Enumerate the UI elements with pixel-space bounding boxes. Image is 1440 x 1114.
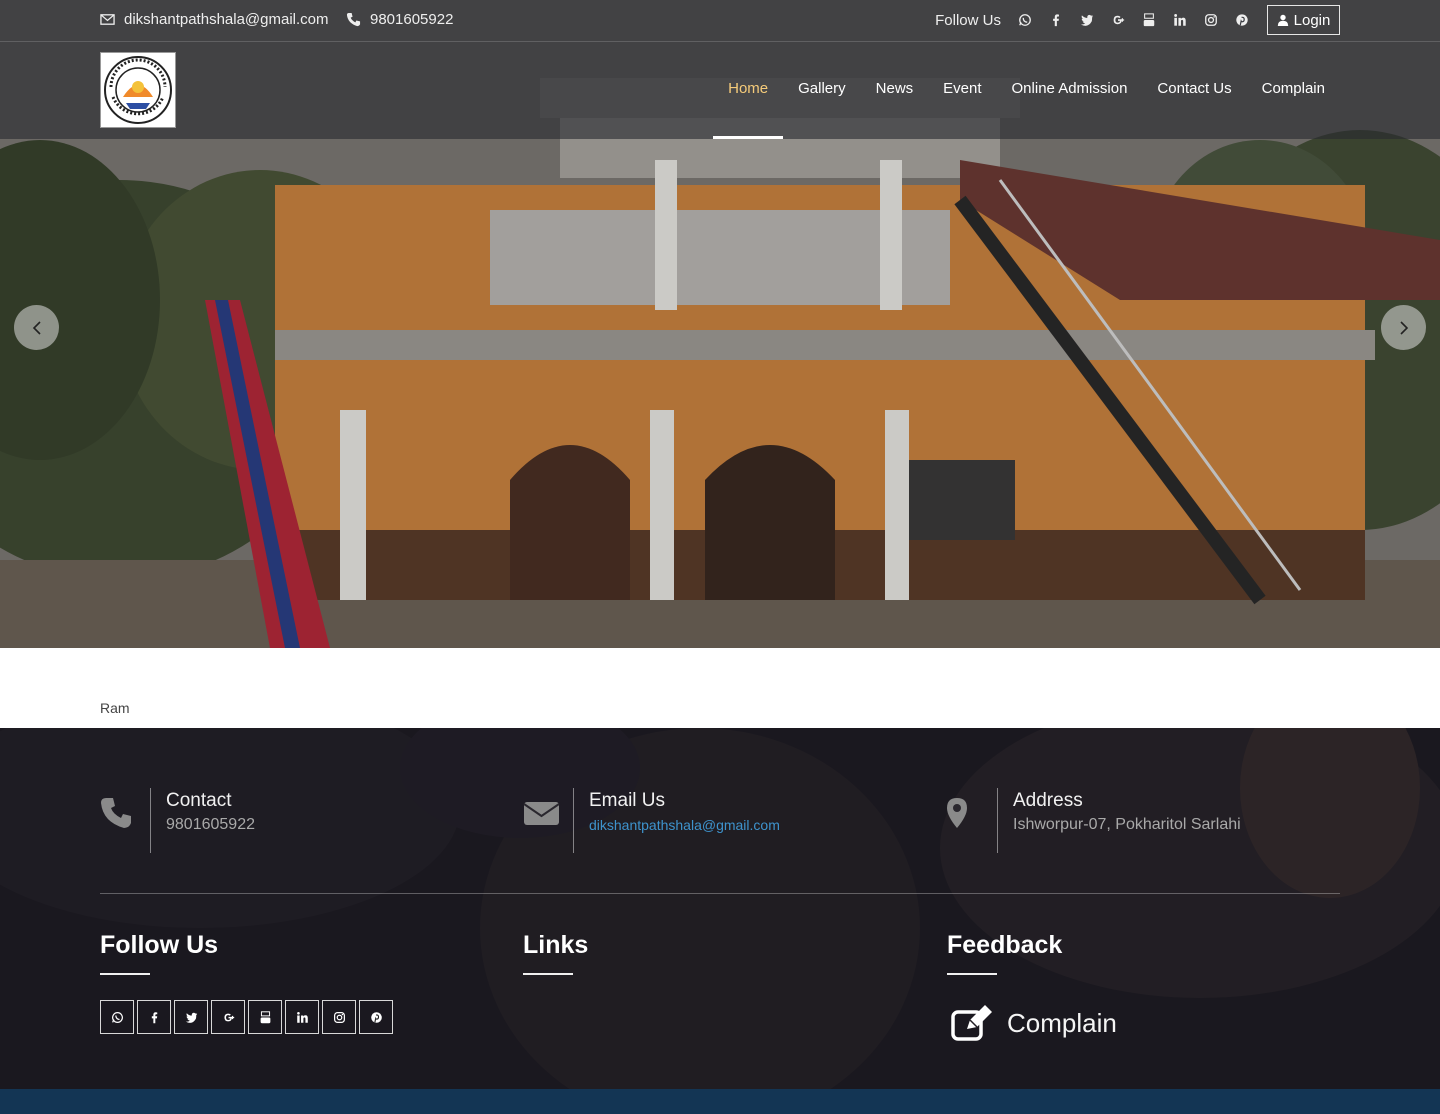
address-value: Ishworpur-07, Pokharitol Sarlahi (1013, 816, 1241, 833)
nav-item-label: Online Admission (1011, 80, 1128, 97)
whatsapp-icon[interactable] (100, 1000, 134, 1034)
follow-us-heading: Follow Us (100, 931, 219, 959)
heading-underline (947, 973, 997, 975)
phone-icon (346, 12, 361, 27)
email-title: Email Us (589, 790, 666, 811)
nav-item-news[interactable]: News (861, 42, 929, 139)
content-text: Ram (100, 700, 130, 716)
edit-icon (951, 1005, 992, 1041)
whatsapp-icon[interactable] (1009, 5, 1040, 35)
google-plus-icon[interactable] (211, 1000, 245, 1034)
complain-link[interactable]: Complain (950, 1004, 1117, 1042)
envelope-icon (100, 14, 115, 25)
nav-item-label: Contact Us (1157, 80, 1232, 97)
footer-separator (100, 893, 1340, 894)
slider-next-button[interactable] (1381, 305, 1426, 350)
linkedin-icon[interactable] (285, 1000, 319, 1034)
divider (997, 788, 998, 853)
chevron-left-icon (32, 320, 41, 335)
copyright-bar (0, 1089, 1440, 1114)
topbar-phone-text: 9801605922 (370, 11, 454, 28)
school-logo-emblem (104, 56, 172, 124)
user-icon (1277, 14, 1288, 26)
divider (150, 788, 151, 853)
footer-email: Email Us dikshantpathshala@gmail.com (523, 788, 923, 853)
nav-item-online-admission[interactable]: Online Admission (997, 42, 1143, 139)
nav-item-label: Home (728, 80, 769, 97)
nav-item-label: News (875, 80, 914, 97)
facebook-icon[interactable] (137, 1000, 171, 1034)
youtube-icon[interactable] (1133, 5, 1164, 35)
hero-slider: dikshantpathshala@gmail.com 9801605922 F… (0, 0, 1440, 648)
main-navbar: Home Gallery News Event Online Admission… (0, 42, 1440, 139)
school-logo[interactable] (100, 52, 176, 128)
linkedin-icon[interactable] (1164, 5, 1195, 35)
map-marker-icon (947, 798, 967, 828)
instagram-icon[interactable] (322, 1000, 356, 1034)
topbar-follow-us: Follow Us Login (935, 5, 1340, 35)
email-link[interactable]: dikshantpathshala@gmail.com (589, 817, 780, 833)
complain-label: Complain (1007, 1007, 1117, 1038)
links-heading: Links (523, 931, 589, 959)
nav-item-complain[interactable]: Complain (1247, 42, 1340, 139)
google-plus-icon[interactable] (1102, 5, 1133, 35)
nav-item-label: Event (943, 80, 982, 97)
pinterest-icon[interactable] (1226, 5, 1257, 35)
pinterest-icon[interactable] (359, 1000, 393, 1034)
envelope-icon (523, 802, 560, 825)
slider-prev-button[interactable] (14, 305, 59, 350)
nav-item-label: Complain (1261, 80, 1325, 97)
twitter-icon[interactable] (174, 1000, 208, 1034)
footer: Contact 9801605922 Email Us dikshantpath… (0, 728, 1440, 1089)
heading-underline (100, 973, 150, 975)
contact-value: 9801605922 (166, 816, 255, 833)
facebook-icon[interactable] (1040, 5, 1071, 35)
footer-address: Address Ishworpur-07, Pokharitol Sarlahi (947, 788, 1347, 853)
nav-item-home[interactable]: Home (713, 42, 784, 139)
nav-item-gallery[interactable]: Gallery (783, 42, 861, 139)
youtube-icon[interactable] (248, 1000, 282, 1034)
phone-icon (101, 798, 131, 828)
content-strip: Ram (0, 648, 1440, 728)
divider (573, 788, 574, 853)
instagram-icon[interactable] (1195, 5, 1226, 35)
address-title: Address (1013, 790, 1083, 811)
nav-item-event[interactable]: Event (928, 42, 996, 139)
nav-item-contact-us[interactable]: Contact Us (1142, 42, 1246, 139)
twitter-icon[interactable] (1071, 5, 1102, 35)
follow-us-label: Follow Us (935, 11, 1001, 29)
contact-title: Contact (166, 790, 232, 811)
nav-item-label: Gallery (798, 80, 846, 97)
feedback-heading: Feedback (947, 931, 1063, 959)
footer-contact: Contact 9801605922 (100, 788, 500, 853)
top-bar: dikshantpathshala@gmail.com 9801605922 F… (0, 0, 1440, 42)
topbar-phone[interactable]: 9801605922 (346, 11, 453, 28)
topbar-email-text: dikshantpathshala@gmail.com (124, 11, 329, 28)
nav-menu: Home Gallery News Event Online Admission… (713, 42, 1340, 139)
chevron-right-icon (1399, 320, 1408, 335)
login-button[interactable]: Login (1267, 5, 1340, 35)
topbar-email[interactable]: dikshantpathshala@gmail.com (100, 11, 329, 28)
heading-underline (523, 973, 573, 975)
login-label: Login (1293, 11, 1331, 29)
